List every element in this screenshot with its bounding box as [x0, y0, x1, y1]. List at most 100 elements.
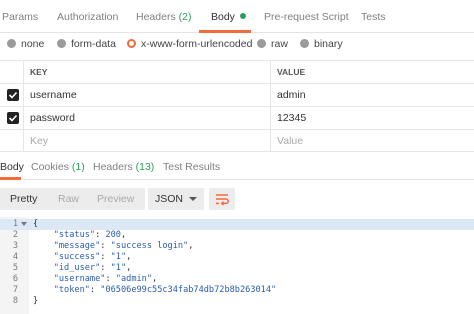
check-icon	[8, 114, 18, 122]
code-line: 3 "message": "success login",	[0, 241, 474, 252]
column-divider	[270, 61, 271, 83]
tab-params[interactable]: Params	[2, 11, 38, 23]
tab-body[interactable]: Body	[211, 11, 246, 23]
row-checkbox-cell	[0, 107, 24, 129]
column-divider	[270, 107, 271, 129]
json-value: "success login"	[110, 241, 189, 251]
row-checkbox-cell	[0, 130, 24, 152]
code-text: "message": "success login",	[33, 241, 194, 252]
code-text: "success": "1",	[33, 252, 132, 263]
tab-authorization-label: Authorization	[57, 11, 119, 23]
radio-binary[interactable]: binary	[300, 38, 343, 50]
json-punctuation: ,	[126, 252, 132, 262]
tab-authorization[interactable]: Authorization	[57, 11, 118, 23]
radio-none-label: none	[21, 38, 45, 50]
json-punctuation: }	[33, 296, 39, 306]
json-punctuation: ,	[188, 241, 194, 251]
code-line: 2 "status": 200,	[0, 230, 474, 241]
response-tab-test-results-label: Test Results	[163, 161, 221, 173]
response-body-editor[interactable]: 1{2 "status": 200, 3 "message": "success …	[0, 217, 474, 314]
json-punctuation: {	[33, 219, 39, 229]
json-punctuation: :	[100, 241, 111, 251]
raw-button[interactable]: Raw	[58, 188, 79, 210]
request-tabs: Params Authorization Headers (2) Body Pr…	[0, 0, 474, 33]
code-text: "id_user": "1",	[33, 263, 132, 274]
response-tab-cookies[interactable]: Cookies (1)	[31, 161, 85, 173]
json-value: 200	[105, 230, 121, 240]
code-line: 4 "success": "1",	[0, 252, 474, 263]
response-tab-cookies-count: (1)	[71, 161, 85, 173]
line-number: 6	[12, 274, 18, 284]
response-tab-headers-label: Headers	[93, 161, 133, 173]
modified-dot-icon	[239, 13, 246, 19]
wrap-lines-icon	[216, 194, 229, 206]
response-tabs: Body Cookies (1) Headers (13) Test Resul…	[0, 153, 474, 180]
key-column-header: KEY	[30, 67, 48, 77]
json-value: "1"	[110, 263, 127, 273]
new-key-input[interactable]: Key	[30, 130, 48, 152]
response-tab-headers[interactable]: Headers (13)	[93, 161, 154, 173]
row-checkbox-cell	[0, 84, 24, 106]
json-punctuation: :	[95, 230, 106, 240]
json-key: "message"	[33, 241, 101, 251]
tab-pre-request-script-label: Pre-request Script	[264, 11, 349, 23]
json-key: "success"	[33, 252, 101, 262]
response-tab-body-label: Body	[0, 161, 24, 173]
code-text: }	[33, 296, 38, 307]
tab-headers[interactable]: Headers (2)	[136, 11, 191, 23]
json-punctuation: :	[100, 252, 111, 262]
format-select[interactable]: JSON	[148, 188, 204, 210]
active-response-tab-indicator	[0, 177, 21, 180]
tab-tests-label: Tests	[361, 11, 386, 23]
format-select-value: JSON	[155, 193, 184, 205]
param-key-input[interactable]: password	[30, 107, 75, 129]
json-punctuation: ,	[120, 230, 127, 240]
code-text: "username": "admin",	[33, 274, 158, 285]
json-key: "status"	[33, 230, 96, 240]
json-key: "username"	[33, 274, 106, 284]
radio-unselected-icon	[57, 39, 66, 48]
tab-params-label: Params	[2, 11, 39, 23]
radio-x-www-form-urlencoded-label: x-www-form-urlencoded	[141, 38, 253, 50]
radio-form-data[interactable]: form-data	[57, 38, 116, 50]
tab-tests[interactable]: Tests	[361, 11, 386, 23]
radio-raw[interactable]: raw	[257, 38, 288, 50]
fold-toggle-icon[interactable]	[21, 222, 27, 226]
tab-headers-count: (2)	[178, 11, 192, 23]
table-header-row: KEY VALUE	[0, 60, 474, 83]
code-line: 6 "username": "admin",	[0, 274, 474, 285]
new-value-input[interactable]: Value	[277, 130, 303, 152]
body-type-radio-group: none form-data x-www-form-urlencoded raw…	[0, 34, 474, 58]
wrap-lines-button[interactable]	[209, 188, 235, 210]
json-punctuation: :	[100, 263, 111, 273]
column-divider	[270, 84, 271, 106]
param-value-input[interactable]: 12345	[277, 107, 306, 129]
response-tab-body[interactable]: Body	[0, 161, 24, 173]
radio-none[interactable]: none	[7, 38, 44, 50]
radio-unselected-icon	[7, 39, 16, 48]
tab-pre-request-script[interactable]: Pre-request Script	[264, 11, 349, 23]
row-checkbox[interactable]	[7, 89, 19, 101]
table-row: username admin	[0, 83, 474, 106]
radio-selected-icon	[127, 39, 136, 48]
preview-button[interactable]: Preview	[97, 188, 134, 210]
json-punctuation: :	[89, 285, 101, 295]
radio-unselected-icon	[257, 39, 266, 48]
json-value: "admin"	[115, 274, 153, 284]
line-number: 4	[12, 252, 18, 262]
code-text: "status": 200,	[33, 230, 126, 241]
radio-x-www-form-urlencoded[interactable]: x-www-form-urlencoded	[127, 38, 252, 50]
json-punctuation: ,	[126, 263, 132, 273]
pretty-button[interactable]: Pretty	[10, 188, 37, 210]
tab-body-label: Body	[211, 11, 235, 23]
code-line: 1{	[0, 219, 474, 230]
tab-headers-label: Headers	[136, 11, 176, 23]
param-value-input[interactable]: admin	[277, 84, 306, 106]
table-row: password 12345	[0, 106, 474, 129]
checkbox-column-header	[0, 61, 24, 83]
view-mode-segmented-control: Pretty Raw Preview	[0, 188, 145, 210]
line-number: 8	[12, 296, 18, 306]
response-tab-test-results[interactable]: Test Results	[163, 161, 220, 173]
param-key-input[interactable]: username	[30, 84, 77, 106]
row-checkbox[interactable]	[7, 112, 19, 124]
